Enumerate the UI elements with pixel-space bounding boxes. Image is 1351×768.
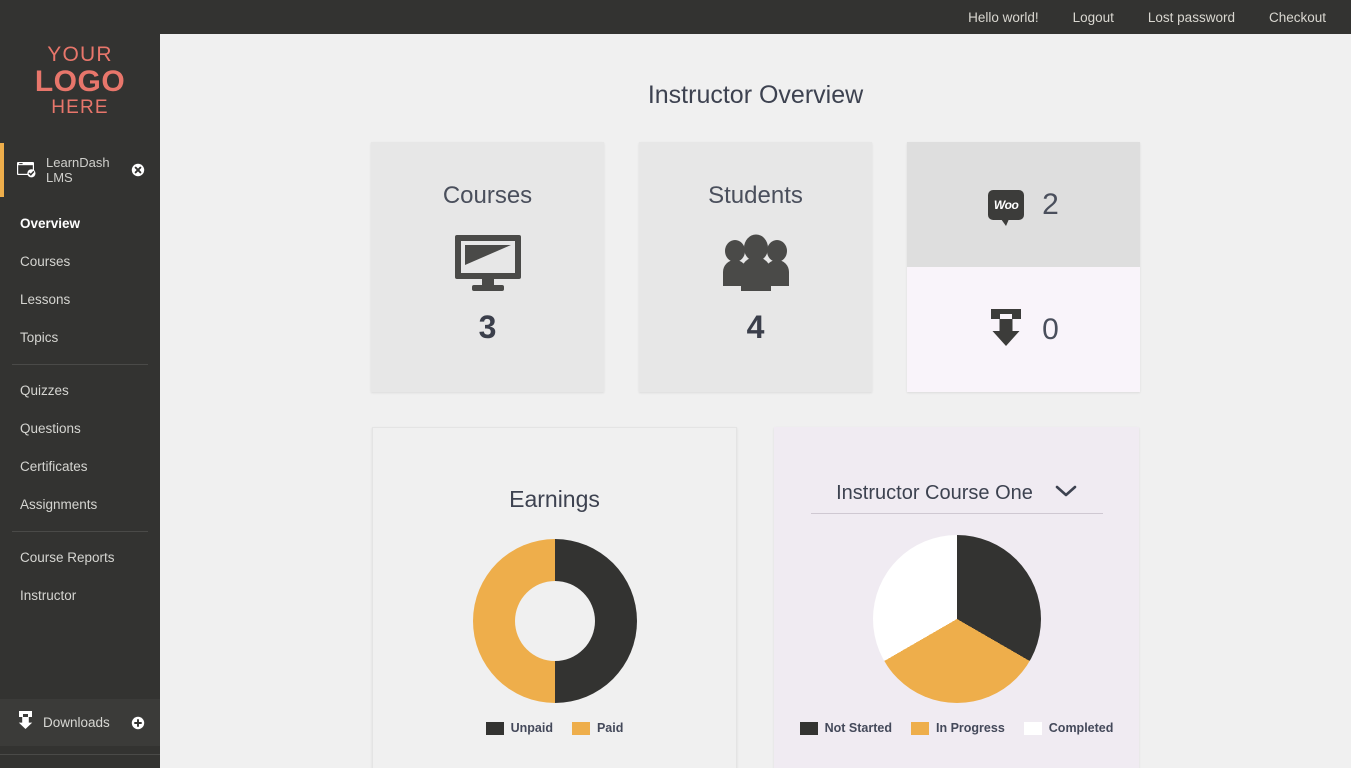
stat-card-title: Courses	[442, 182, 533, 209]
users-icon	[720, 233, 792, 293]
active-indicator-bar	[0, 143, 4, 197]
sidebar-item-quizzes[interactable]: Quizzes	[0, 372, 160, 410]
legend-item: Completed	[1023, 721, 1114, 735]
topbar: Hello world! Logout Lost password Checko…	[160, 0, 1351, 34]
woo-orders-value: 2	[1042, 187, 1059, 221]
earnings-donut-chart	[472, 539, 637, 703]
legend-label: Not Started	[824, 721, 892, 735]
main-content: Instructor Overview Courses 3 Students 4…	[160, 0, 1351, 768]
sidebar-item-assignments[interactable]: Assignments	[0, 486, 160, 524]
legend-item: Paid	[571, 721, 624, 735]
brand-logo[interactable]: YOUR LOGO HERE	[0, 0, 160, 143]
stat-card-students[interactable]: Students 4	[639, 142, 872, 392]
sidebar-divider-2	[12, 531, 148, 532]
legend-swatch	[911, 721, 929, 735]
stat-card-value: 3	[478, 309, 497, 345]
woo-orders-section[interactable]: Woo 2	[907, 142, 1140, 267]
stat-card-woocommerce[interactable]: Woo 2 0	[907, 142, 1140, 392]
sidebar-item-questions[interactable]: Questions	[0, 410, 160, 448]
sidebar-item-courses[interactable]: Courses	[0, 243, 160, 281]
legend-swatch	[799, 721, 818, 735]
topbar-link-logout[interactable]: Logout	[1073, 10, 1114, 25]
sidebar-item-overview[interactable]: Overview	[0, 205, 160, 243]
earnings-chart-card: Earnings Unpaid Paid	[372, 427, 737, 768]
course-progress-pie-chart	[872, 535, 1041, 703]
stat-card-courses[interactable]: Courses 3	[371, 142, 604, 392]
woocommerce-icon-text: Woo	[993, 197, 1019, 212]
logo-line-your: YOUR	[47, 43, 113, 66]
topbar-link-lost-password[interactable]: Lost password	[1148, 10, 1235, 25]
woocommerce-icon: Woo	[988, 189, 1025, 226]
woo-downloads-section[interactable]: 0	[907, 267, 1140, 392]
legend-swatch	[1023, 721, 1042, 735]
page-title: Instructor Overview	[647, 81, 864, 109]
plus-circle-icon[interactable]	[130, 716, 146, 730]
earnings-chart-title: Earnings	[509, 486, 600, 512]
course-progress-chart-card: Instructor Course One Not Started In Prog…	[774, 427, 1139, 768]
sidebar-downloads-label: Downloads	[43, 715, 110, 730]
stat-card-title: Students	[708, 182, 803, 209]
legend-label: In Progress	[936, 721, 1005, 735]
topbar-link-checkout[interactable]: Checkout	[1269, 10, 1326, 25]
woo-downloads-value: 0	[1042, 312, 1059, 346]
legend-swatch	[571, 721, 590, 735]
course-progress-chart-legend: Not Started In Progress Completed	[799, 721, 1114, 735]
chevron-down-icon[interactable]	[1055, 484, 1077, 503]
close-circle-icon[interactable]	[130, 163, 146, 177]
stat-card-value: 4	[746, 309, 765, 345]
stat-card-row: Courses 3 Students 4 Woo 2 0	[160, 142, 1351, 392]
legend-item: In Progress	[911, 721, 1005, 735]
sidebar-item-instructor[interactable]: Instructor	[0, 577, 160, 615]
sidebar-bottom-divider	[0, 754, 160, 755]
sidebar-item-downloads[interactable]: Downloads	[0, 699, 160, 746]
sidebar-item-topics[interactable]: Topics	[0, 319, 160, 357]
sidebar-item-course-reports[interactable]: Course Reports	[0, 539, 160, 577]
course-select-dropdown[interactable]: Instructor Course One	[810, 482, 1103, 514]
legend-label: Unpaid	[510, 721, 553, 735]
chart-card-row: Earnings Unpaid Paid Instructor Course On…	[160, 427, 1351, 768]
sidebar: YOUR LOGO HERE LearnDash LMS Overview Co…	[0, 0, 160, 768]
earnings-chart-legend: Unpaid Paid	[485, 721, 624, 735]
legend-swatch	[485, 721, 504, 735]
topbar-link-hello-world[interactable]: Hello world!	[968, 10, 1039, 25]
sidebar-item-certificates[interactable]: Certificates	[0, 448, 160, 486]
sidebar-plugin-learndash[interactable]: LearnDash LMS	[0, 143, 160, 197]
monitor-icon	[453, 233, 523, 293]
learndash-icon	[17, 162, 37, 178]
sidebar-item-lessons[interactable]: Lessons	[0, 281, 160, 319]
sidebar-divider-1	[12, 364, 148, 365]
download-icon	[17, 711, 34, 734]
app-root: YOUR LOGO HERE LearnDash LMS Overview Co…	[0, 0, 1351, 768]
legend-item: Unpaid	[485, 721, 553, 735]
download-box-icon	[988, 307, 1024, 352]
logo-line-here: HERE	[51, 97, 109, 118]
legend-label: Paid	[596, 721, 624, 735]
course-select-value: Instructor Course One	[836, 482, 1033, 504]
sidebar-plugin-label: LearnDash LMS	[46, 155, 110, 185]
legend-label: Completed	[1048, 721, 1114, 735]
sidebar-menu: Overview Courses Lessons Topics Quizzes …	[0, 197, 160, 615]
logo-line-logo: LOGO	[34, 65, 126, 98]
legend-item: Not Started	[799, 721, 892, 735]
